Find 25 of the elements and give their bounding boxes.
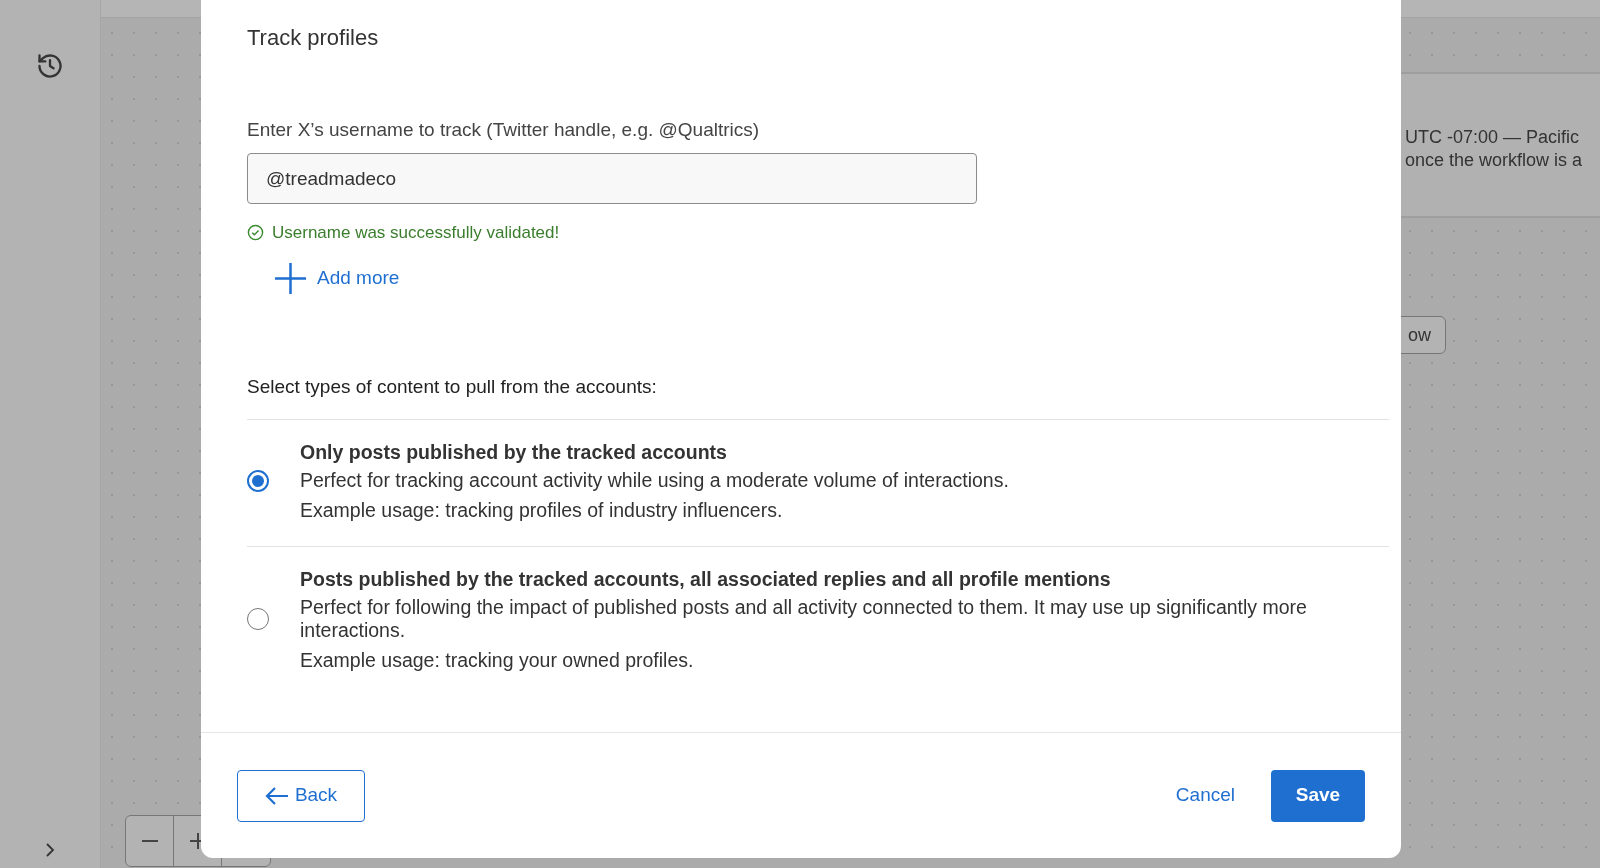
username-field[interactable]: @treadmadeco xyxy=(247,153,977,204)
card-text: UTC -07:00 — Pacific xyxy=(1405,126,1580,149)
option-description: Perfect for tracking account activity while using a moderate volume of interactions. xyxy=(300,468,1010,492)
option-example: Example usage: tracking your owned profiles. xyxy=(300,647,695,672)
option-title: Only posts published by the tracked accounts xyxy=(300,439,728,464)
chevron-right-icon[interactable] xyxy=(44,842,56,858)
minus-icon[interactable] xyxy=(141,840,158,842)
validation-message: Username was successfully validated! xyxy=(272,222,560,244)
history-icon[interactable] xyxy=(36,52,64,80)
card-text: once the workflow is a xyxy=(1405,149,1583,172)
save-button[interactable]: Save xyxy=(1271,769,1365,822)
cancel-button[interactable]: Cancel xyxy=(1175,781,1235,810)
field-label: Enter X’s username to track (Twitter handle, e.g. @Qualtrics) xyxy=(247,118,761,142)
radio-button[interactable] xyxy=(247,608,269,630)
section-prompt: Select types of content to pull from the accounts: xyxy=(247,374,658,399)
check-circle-icon xyxy=(247,224,264,242)
arrow-left-icon xyxy=(264,785,289,806)
option-example: Example usage: tracking profiles of industry influencers. xyxy=(300,497,784,522)
option-title: Posts published by the tracked accounts, all associated replies and all profile mentions xyxy=(300,566,1112,591)
option-description: Perfect for following the impact of published posts and all activity connected to them. It may use up significantly more interactions. xyxy=(300,595,1308,642)
back-button[interactable]: Back xyxy=(237,769,365,822)
radio-button[interactable] xyxy=(247,469,269,492)
add-more-button[interactable]: Add more xyxy=(274,261,400,295)
plus-icon xyxy=(274,261,307,295)
modal-title: Track profiles xyxy=(247,24,380,52)
